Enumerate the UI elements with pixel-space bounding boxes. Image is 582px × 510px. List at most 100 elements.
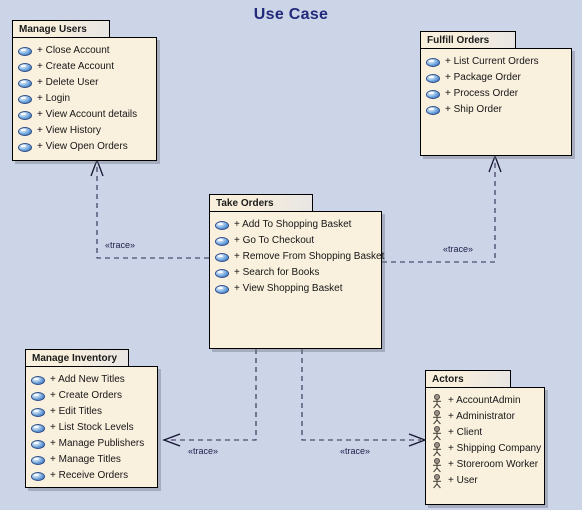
list-item[interactable]: + Ship Order xyxy=(426,102,565,118)
list-item[interactable]: + View History xyxy=(18,123,150,139)
use-case-icon xyxy=(31,407,45,417)
list-item[interactable]: + Add To Shopping Basket xyxy=(215,217,375,233)
list-item-label: + Manage Publishers xyxy=(50,438,145,449)
list-item[interactable]: + Close Account xyxy=(18,43,150,59)
use-case-icon xyxy=(18,62,32,72)
list-item[interactable]: + AccountAdmin xyxy=(431,393,538,409)
package-title-manage-inventory: Manage Inventory xyxy=(32,352,118,364)
list-item-label: + Delete User xyxy=(37,77,99,88)
package-tab-manage-users[interactable]: Manage Users xyxy=(12,20,110,37)
actor-icon xyxy=(431,473,443,489)
list-item-label: + View Shopping Basket xyxy=(234,283,343,294)
actor-icon xyxy=(431,457,443,473)
list-item-label: + Receive Orders xyxy=(50,470,129,481)
list-item-label: + Login xyxy=(37,93,71,104)
list-item[interactable]: + Delete User xyxy=(18,75,150,91)
list-item-label: + Close Account xyxy=(37,45,110,56)
use-case-diagram-canvas: Use Case «trace» «trace» «trace» «trace» xyxy=(0,0,582,510)
list-item-label: + Remove From Shopping Basket xyxy=(234,251,385,262)
list-item[interactable]: + List Stock Levels xyxy=(31,420,151,436)
use-case-icon xyxy=(215,252,229,262)
list-item-label: + Create Orders xyxy=(50,390,122,401)
use-case-icon xyxy=(31,375,45,385)
list-item[interactable]: + Manage Publishers xyxy=(31,436,151,452)
list-item-label: + Edit Titles xyxy=(50,406,102,417)
package-title-fulfill-orders: Fulfill Orders xyxy=(427,34,490,46)
list-item-label: + Go To Checkout xyxy=(234,235,315,246)
use-case-icon xyxy=(426,89,440,99)
list-item[interactable]: + Search for Books xyxy=(215,265,375,281)
package-body-manage-inventory: + Add New Titles + Create Orders + Edit … xyxy=(25,366,158,488)
use-case-icon xyxy=(18,142,32,152)
list-item[interactable]: + Package Order xyxy=(426,70,565,86)
list-item-label: + Create Account xyxy=(37,61,114,72)
list-item[interactable]: + View Open Orders xyxy=(18,139,150,155)
package-body-take-orders: + Add To Shopping Basket + Go To Checkou… xyxy=(209,211,384,349)
package-body-manage-users: + Close Account + Create Account + Delet… xyxy=(12,37,157,161)
list-item[interactable]: + User xyxy=(431,473,538,489)
connector-label-trace-actors: «trace» xyxy=(340,446,371,456)
list-item[interactable]: + Create Account xyxy=(18,59,150,75)
list-item-label: + Client xyxy=(448,427,483,438)
list-item-label: + View Account details xyxy=(37,109,138,120)
package-title-actors: Actors xyxy=(432,373,464,385)
package-tab-take-orders[interactable]: Take Orders xyxy=(209,194,313,211)
list-item[interactable]: + Storeroom Worker xyxy=(431,457,538,473)
list-item-label: + Shipping Company xyxy=(448,443,542,454)
list-item[interactable]: + Process Order xyxy=(426,86,565,102)
list-item[interactable]: + Administrator xyxy=(431,409,538,425)
package-body-actors: + AccountAdmin + Administrator + Client … xyxy=(425,387,545,505)
connector-trace-fulfill-orders xyxy=(382,154,502,263)
use-case-icon xyxy=(18,94,32,104)
list-item[interactable]: + Create Orders xyxy=(31,388,151,404)
list-item-label: + View Open Orders xyxy=(37,141,128,152)
list-item-label: + Process Order xyxy=(445,88,519,99)
list-item[interactable]: + Add New Titles xyxy=(31,372,151,388)
list-item-label: + List Stock Levels xyxy=(50,422,134,433)
connector-trace-manage-inventory xyxy=(162,349,257,447)
list-item-label: + View History xyxy=(37,125,102,136)
actor-icon xyxy=(431,409,443,425)
use-case-icon xyxy=(18,78,32,88)
connector-label-trace-manage-users: «trace» xyxy=(105,240,136,250)
list-item[interactable]: + View Account details xyxy=(18,107,150,123)
use-case-icon xyxy=(31,455,45,465)
use-case-icon xyxy=(31,439,45,449)
list-item[interactable]: + Login xyxy=(18,91,150,107)
use-case-icon xyxy=(18,110,32,120)
package-tab-manage-inventory[interactable]: Manage Inventory xyxy=(25,349,129,366)
list-item[interactable]: + Client xyxy=(431,425,538,441)
list-item[interactable]: + Manage Titles xyxy=(31,452,151,468)
list-item-label: + AccountAdmin xyxy=(448,395,521,406)
list-item-label: + Add To Shopping Basket xyxy=(234,219,352,230)
list-item-label: + User xyxy=(448,475,478,486)
list-item-label: + Storeroom Worker xyxy=(448,459,539,470)
use-case-icon xyxy=(215,236,229,246)
use-case-icon xyxy=(31,471,45,481)
list-item-label: + Add New Titles xyxy=(50,374,125,385)
list-item[interactable]: + Go To Checkout xyxy=(215,233,375,249)
list-item[interactable]: + View Shopping Basket xyxy=(215,281,375,297)
list-item-label: + Manage Titles xyxy=(50,454,121,465)
use-case-icon xyxy=(426,105,440,115)
use-case-icon xyxy=(426,73,440,83)
list-item-label: + Administrator xyxy=(448,411,515,422)
use-case-icon xyxy=(215,220,229,230)
package-tab-fulfill-orders[interactable]: Fulfill Orders xyxy=(420,31,516,48)
actor-icon xyxy=(431,441,443,457)
package-tab-actors[interactable]: Actors xyxy=(425,370,511,387)
list-item[interactable]: + Remove From Shopping Basket xyxy=(215,249,384,265)
package-body-fulfill-orders: + List Current Orders + Package Order + … xyxy=(420,48,572,156)
list-item[interactable]: + Shipping Company xyxy=(431,441,542,457)
list-item[interactable]: + List Current Orders xyxy=(426,54,565,70)
use-case-icon xyxy=(18,46,32,56)
use-case-icon xyxy=(215,268,229,278)
connector-label-trace-fulfill-orders: «trace» xyxy=(443,244,474,254)
use-case-icon xyxy=(426,57,440,67)
list-item[interactable]: + Edit Titles xyxy=(31,404,151,420)
list-item[interactable]: + Receive Orders xyxy=(31,468,151,484)
package-title-manage-users: Manage Users xyxy=(19,23,87,35)
connector-label-trace-manage-inventory: «trace» xyxy=(188,446,219,456)
list-item-label: + Search for Books xyxy=(234,267,320,278)
list-item-label: + List Current Orders xyxy=(445,56,539,67)
